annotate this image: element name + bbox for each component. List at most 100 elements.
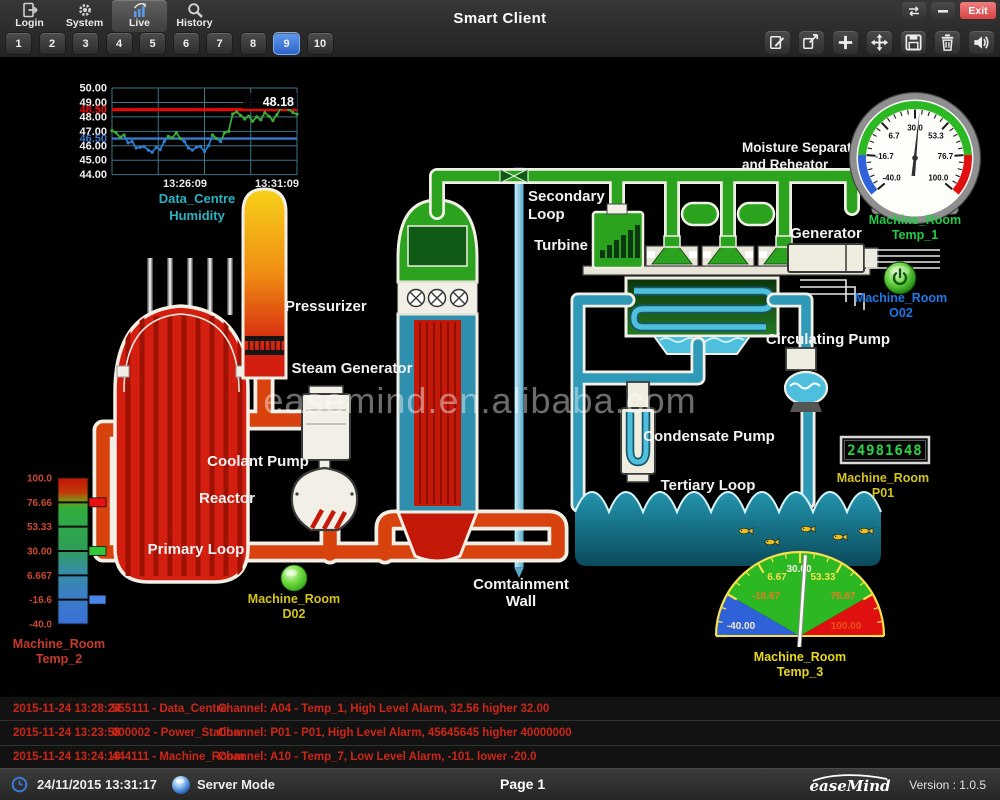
nav-bar: Login System Live History bbox=[2, 0, 222, 32]
moisture-separator-drum bbox=[682, 203, 718, 225]
delete-button[interactable] bbox=[935, 31, 960, 54]
svg-text:-40.00: -40.00 bbox=[727, 621, 756, 632]
alarm-row[interactable]: 2015-11-24 13:23:58000002 - Power_Statio… bbox=[0, 721, 1000, 745]
fish-icon bbox=[801, 526, 815, 532]
delete-icon bbox=[937, 32, 958, 53]
save-icon bbox=[903, 32, 924, 53]
p01-digital-display: 24981648 bbox=[841, 437, 929, 463]
label-turbine: Turbine bbox=[534, 237, 588, 254]
chart-caption-1: Data_Centre bbox=[159, 191, 236, 206]
alarm-time: 2015-11-24 13:23:58 bbox=[13, 727, 112, 739]
svg-text:-40.0: -40.0 bbox=[29, 620, 52, 631]
alarm-source: 000002 - Power_Station bbox=[112, 727, 218, 739]
export-button[interactable] bbox=[799, 31, 824, 54]
page-button-8[interactable]: 8 bbox=[240, 32, 267, 55]
hp-turbine bbox=[593, 204, 643, 268]
pressurizer-vessel bbox=[243, 189, 286, 378]
page-button-1[interactable]: 1 bbox=[5, 32, 32, 55]
chart-current-value: 48.18 bbox=[263, 95, 294, 109]
scada-canvas: Pressurizer Steam Generator Coolant Pump… bbox=[0, 57, 1000, 695]
page-button-2[interactable]: 2 bbox=[39, 32, 66, 55]
export-icon bbox=[801, 32, 822, 53]
page-button-7[interactable]: 7 bbox=[206, 32, 233, 55]
svg-text:48.50: 48.50 bbox=[79, 104, 107, 116]
svg-text:100.0: 100.0 bbox=[27, 474, 52, 485]
sound-button[interactable] bbox=[969, 31, 994, 54]
move-button[interactable] bbox=[867, 31, 892, 54]
d02-indicator bbox=[281, 565, 307, 591]
svg-text:45.00: 45.00 bbox=[79, 155, 107, 167]
page-button-6[interactable]: 6 bbox=[173, 32, 200, 55]
alarm-time: 2015-11-24 13:24:18 bbox=[13, 751, 112, 763]
svg-text:30.00: 30.00 bbox=[27, 547, 52, 558]
svg-text:46.50: 46.50 bbox=[79, 133, 107, 145]
page-button-9[interactable]: 9 bbox=[273, 32, 300, 55]
alarm-row[interactable]: 2015-11-24 13:24:18444111 - Machine_Room… bbox=[0, 746, 1000, 770]
server-mode-icon bbox=[171, 775, 191, 795]
svg-text:44.00: 44.00 bbox=[79, 169, 107, 181]
svg-text:13:31:09: 13:31:09 bbox=[255, 178, 299, 190]
minimize-button[interactable] bbox=[931, 2, 955, 19]
exit-button[interactable]: Exit bbox=[960, 2, 996, 19]
p01-caption-1: Machine_Room bbox=[837, 471, 929, 485]
circulating-pump-unit bbox=[785, 348, 827, 412]
d02-caption-2: D02 bbox=[283, 607, 306, 621]
lp-turbines bbox=[646, 236, 810, 266]
temp1-caption-1: Machine_Room bbox=[869, 213, 961, 227]
temp1-gauge: -40.0-16.76.730.053.376.7100.0 bbox=[850, 93, 981, 224]
page-button-4[interactable]: 4 bbox=[106, 32, 133, 55]
tertiary-water bbox=[575, 492, 881, 566]
edit-button[interactable] bbox=[765, 31, 790, 54]
watermark: easemind.en.alibaba.com bbox=[263, 380, 696, 421]
fish-icon bbox=[833, 534, 847, 540]
app-title: Smart Client bbox=[453, 10, 546, 27]
nav-system[interactable]: System bbox=[57, 0, 112, 32]
status-page: Page 1 bbox=[500, 776, 545, 792]
p01-value: 24981648 bbox=[847, 443, 922, 459]
temp3-caption-2: Temp_3 bbox=[777, 665, 823, 679]
label-moisture-1: Moisture Separator bbox=[742, 140, 866, 155]
svg-text:53.33: 53.33 bbox=[27, 522, 52, 533]
nav-live-label: Live bbox=[129, 18, 150, 29]
status-version: Version : 1.0.5 bbox=[909, 778, 986, 792]
o02-caption-2: O02 bbox=[889, 306, 913, 320]
window-buttons: Exit bbox=[902, 2, 996, 19]
svg-text:-16.7: -16.7 bbox=[875, 152, 894, 161]
label-secondary-loop-1: Secondary bbox=[528, 188, 605, 205]
temp3-gauge: -40.00-16.676.6730.0053.3376.67100.00 bbox=[716, 552, 884, 647]
restore-button[interactable] bbox=[902, 2, 926, 19]
svg-text:50.00: 50.00 bbox=[79, 83, 107, 95]
nav-live[interactable]: Live bbox=[112, 0, 167, 32]
label-circulating-pump: Circulating Pump bbox=[766, 331, 890, 348]
o02-caption-1: Machine_Room bbox=[855, 291, 947, 305]
moisture-separator-drum bbox=[738, 203, 774, 225]
alarm-message: Channel: A04 - Temp_1, High Level Alarm,… bbox=[218, 703, 1000, 715]
nav-history[interactable]: History bbox=[167, 0, 222, 32]
restore-icon bbox=[906, 4, 922, 18]
svg-text:76.66: 76.66 bbox=[27, 498, 52, 509]
save-button[interactable] bbox=[901, 31, 926, 54]
fish-icon bbox=[859, 528, 873, 534]
sound-icon bbox=[971, 32, 992, 53]
fish-icon bbox=[765, 539, 779, 545]
nav-history-label: History bbox=[176, 18, 212, 29]
label-steam-generator: Steam Generator bbox=[292, 360, 413, 377]
svg-text:-16.6: -16.6 bbox=[29, 595, 52, 606]
power-button[interactable] bbox=[884, 262, 916, 294]
alarm-row[interactable]: 2015-11-24 13:28:24555111 - Data_CentreC… bbox=[0, 697, 1000, 721]
alarm-time: 2015-11-24 13:28:24 bbox=[13, 703, 112, 715]
page-button-10[interactable]: 10 bbox=[307, 32, 334, 55]
svg-text:76.67: 76.67 bbox=[830, 591, 855, 602]
svg-text:100.00: 100.00 bbox=[831, 621, 862, 632]
brand-text: easeMind bbox=[810, 777, 891, 795]
page-button-5[interactable]: 5 bbox=[139, 32, 166, 55]
add-button[interactable] bbox=[833, 31, 858, 54]
gear-icon bbox=[77, 2, 93, 18]
magnifier-icon bbox=[187, 2, 203, 18]
status-datetime: 24/11/2015 13:31:17 bbox=[37, 777, 157, 792]
live-chart-icon bbox=[132, 2, 148, 18]
svg-text:-40.0: -40.0 bbox=[883, 173, 902, 182]
label-containment-2: Wall bbox=[506, 593, 536, 610]
nav-login[interactable]: Login bbox=[2, 0, 57, 32]
page-button-3[interactable]: 3 bbox=[72, 32, 99, 55]
